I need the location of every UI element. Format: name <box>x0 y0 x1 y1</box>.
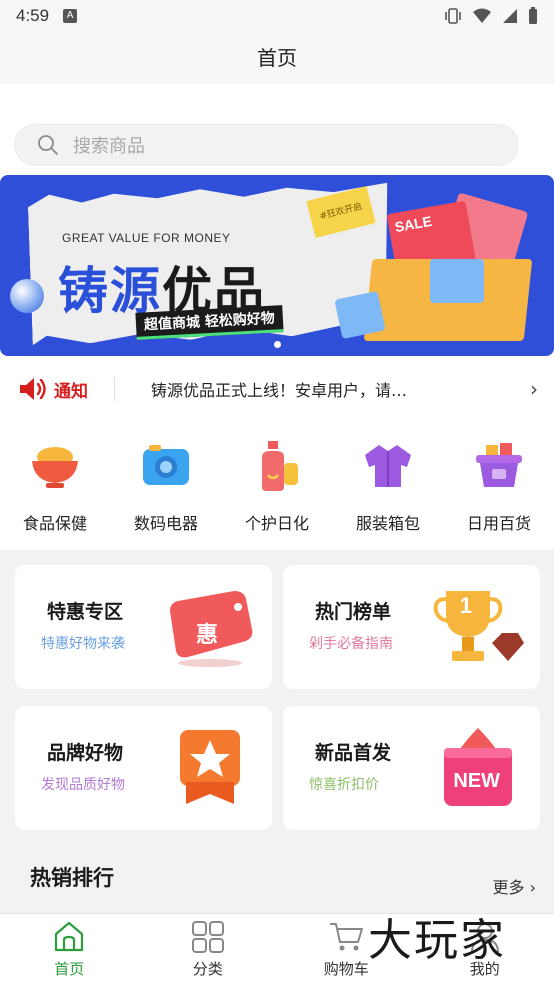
promo-card-brands[interactable]: 品牌好物 发现品质好物 <box>15 706 272 830</box>
search-icon <box>38 135 58 155</box>
search-input[interactable]: 搜索商品 <box>14 124 519 166</box>
promo-title: 热门榜单 <box>315 601 392 623</box>
promo-banner[interactable]: GREAT VALUE FOR MONEY 铸源优品 超值商城 轻松购好物 #狂… <box>0 175 554 356</box>
jacket-icon <box>360 438 416 494</box>
chevron-right-icon: › <box>529 878 536 897</box>
tab-label: 购物车 <box>323 960 369 978</box>
search-placeholder: 搜索商品 <box>73 136 145 157</box>
trophy-icon <box>433 591 524 661</box>
chevron-right-icon[interactable]: › <box>530 377 538 401</box>
new-badge-icon <box>444 728 512 806</box>
promo-badge-text: NEW <box>453 770 500 792</box>
category-row: 食品保健 数码电器 个护日化 服装箱包 日用百货 <box>0 438 554 538</box>
category-food[interactable]: 食品保健 <box>0 438 110 538</box>
category-label: 食品保健 <box>22 514 87 533</box>
vibrate-icon <box>445 8 461 24</box>
status-icons <box>444 7 538 25</box>
status-bar: 4:59 A <box>0 0 554 32</box>
notice-divider <box>114 377 115 401</box>
promo-badge-text: 惠 <box>195 623 218 648</box>
grid-icon <box>191 921 224 953</box>
notice-text[interactable]: 铸源优品正式上线！安卓用户，请… <box>151 377 530 401</box>
promo-card-deals[interactable]: 特惠专区 特惠好物来袭 惠 <box>15 565 272 689</box>
category-label: 日用百货 <box>466 514 531 533</box>
watermark-text: 大玩家 <box>368 915 506 966</box>
battery-icon <box>529 7 537 24</box>
category-personal-care[interactable]: 个护日化 <box>222 438 332 538</box>
category-label: 服装箱包 <box>355 514 420 533</box>
food-bowl-icon <box>27 438 83 494</box>
tab-label: 首页 <box>54 960 85 978</box>
promo-title: 特惠专区 <box>47 601 124 623</box>
category-daily[interactable]: 日用百货 <box>444 438 554 538</box>
banner-kicker: GREAT VALUE FOR MONEY <box>62 231 231 245</box>
promo-subtitle: 特惠好物来袭 <box>41 636 125 652</box>
lotion-bottle-icon <box>249 438 305 494</box>
star-ribbon-icon <box>180 730 240 804</box>
promo-title: 品牌好物 <box>47 742 124 764</box>
cart-icon <box>330 923 364 951</box>
category-digital[interactable]: 数码电器 <box>111 438 221 538</box>
more-link[interactable]: 更多 › <box>492 874 536 898</box>
decor-ball-image <box>10 279 44 313</box>
more-label: 更多 <box>492 878 525 897</box>
home-main: 搜索商品 GREAT VALUE FOR MONEY 铸源优品 超值商城 轻松购… <box>0 84 554 550</box>
promo-card-new[interactable]: 新品首发 惊喜折扣价 NEW <box>283 706 540 830</box>
speaker-icon <box>20 378 46 400</box>
page-title: 首页 <box>0 32 554 84</box>
status-time: 4:59 <box>16 6 50 25</box>
sale-tag-text: SALE <box>393 212 434 236</box>
promo-subtitle: 惊喜折扣价 <box>309 777 379 793</box>
gift-box-image <box>430 259 484 303</box>
category-clothing[interactable]: 服装箱包 <box>333 438 443 538</box>
notification-badge-icon: A <box>63 9 78 23</box>
notice-label: 通知 <box>54 381 88 402</box>
camera-icon <box>138 438 194 494</box>
home-icon <box>55 921 84 952</box>
promo-badge-text: 1 <box>459 593 472 618</box>
wifi-icon <box>473 8 491 23</box>
promo-subtitle: 剁手必备指南 <box>309 636 393 652</box>
section-title-hot: 热销排行 <box>30 866 114 890</box>
signal-icon <box>503 9 517 23</box>
basket-icon <box>471 438 527 494</box>
carousel-indicator[interactable] <box>274 341 281 348</box>
notice-bar[interactable]: 通知 铸源优品正式上线！安卓用户，请… › <box>0 366 554 412</box>
promo-title: 新品首发 <box>315 742 392 764</box>
tab-home[interactable]: 首页 <box>0 914 139 984</box>
category-label: 数码电器 <box>133 514 198 533</box>
promo-subtitle: 发现品质好物 <box>41 777 125 793</box>
category-label: 个护日化 <box>244 514 309 533</box>
tab-label: 分类 <box>192 960 223 978</box>
tab-category[interactable]: 分类 <box>139 914 278 984</box>
promo-card-ranking[interactable]: 热门榜单 剁手必备指南 1 <box>283 565 540 689</box>
